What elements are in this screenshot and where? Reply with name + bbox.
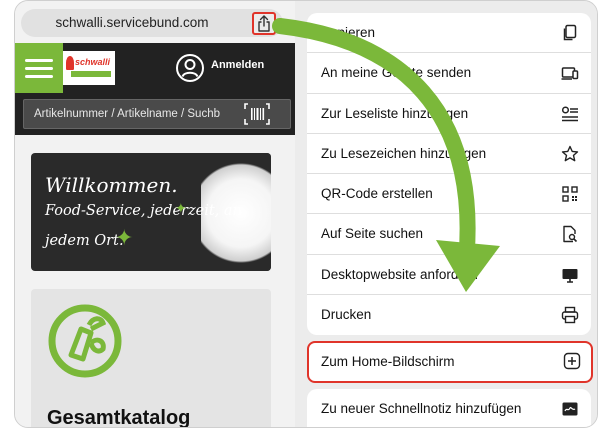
desktop-icon [562,268,578,283]
share-icon [258,15,270,32]
site-header: schwalli Anmelden Artikelnummer / Artike… [15,43,299,135]
hamburger-menu-icon[interactable] [15,43,63,93]
action-find-on-page[interactable]: Auf Seite suchen [307,214,591,255]
action-label: Drucken [321,307,372,323]
url-text: schwalli.servicebund.com [55,15,209,30]
sparkle-icon: ✦ [115,225,134,250]
action-label: An meine Geräte senden [321,65,472,81]
action-add-quick-note[interactable]: Zu neuer Schnellnotiz hinzufügen [307,389,591,427]
action-add-reading-list[interactable]: Zur Leseliste hinzufügen [307,94,591,134]
action-label: Zum Home-Bildschirm [321,354,455,369]
quick-note-icon [562,402,578,416]
welcome-banner[interactable]: Willkommen. Food-Service, jederzeit, an … [31,153,271,271]
sparkle-icon-small: ✦ [175,200,187,216]
welcome-subline-2: jedem Ort. [45,233,124,249]
browser-page: schwalli.servicebund.com schwalli Anmeld… [15,1,299,428]
login-link[interactable]: Anmelden [211,59,264,71]
product-search-input[interactable]: Artikelnummer / Artikelname / Suchb [23,99,291,129]
vegetables-icon [48,304,122,378]
catalog-card[interactable]: Gesamtkatalog [31,289,271,428]
address-bar[interactable]: schwalli.servicebund.com [21,9,283,37]
action-request-desktop-site[interactable]: Desktopwebsite anfordern [307,255,591,296]
user-account-icon[interactable] [175,53,205,83]
action-print[interactable]: Drucken [307,295,591,335]
action-label: Zur Leseliste hinzufügen [321,105,469,121]
share-sheet: Kopieren An meine Geräte senden Zur Lese… [295,1,597,427]
reading-list-icon [561,106,578,121]
device-frame: schwalli.servicebund.com schwalli Anmeld… [14,0,598,428]
barcode-scan-icon[interactable] [243,101,271,127]
search-placeholder: Artikelnummer / Artikelname / Suchb [34,108,220,120]
welcome-heading: Willkommen. [45,173,178,197]
action-label: Zu Lesezeichen hinzufügen [321,145,487,161]
find-on-page-icon [563,226,578,243]
star-icon [561,145,579,162]
catalog-title: Gesamtkatalog [47,407,191,428]
action-create-qr-code[interactable]: QR-Code erstellen [307,174,591,215]
action-add-bookmark[interactable]: Zu Lesezeichen hinzufügen [307,134,591,175]
welcome-subline: Food-Service, jederzeit, an [45,203,242,219]
share-actions-group: Kopieren An meine Geräte senden Zur Lese… [307,13,591,335]
print-icon [561,306,579,324]
action-copy[interactable]: Kopieren [307,13,591,54]
site-logo[interactable]: schwalli [63,51,115,85]
qr-code-icon [562,186,578,202]
action-label: Kopieren [321,25,376,40]
devices-icon [561,67,579,81]
action-label: QR-Code erstellen [321,186,433,202]
action-label: Auf Seite suchen [321,226,424,242]
action-label: Desktopwebsite anfordern [321,266,478,282]
copy-icon [563,24,577,41]
action-add-to-home-screen[interactable]: Zum Home-Bildschirm [307,341,593,383]
share-button[interactable] [252,12,276,35]
add-square-icon [563,352,581,370]
action-send-to-devices[interactable]: An meine Geräte senden [307,53,591,94]
action-label: Zu neuer Schnellnotiz hinzufügen [321,401,522,416]
